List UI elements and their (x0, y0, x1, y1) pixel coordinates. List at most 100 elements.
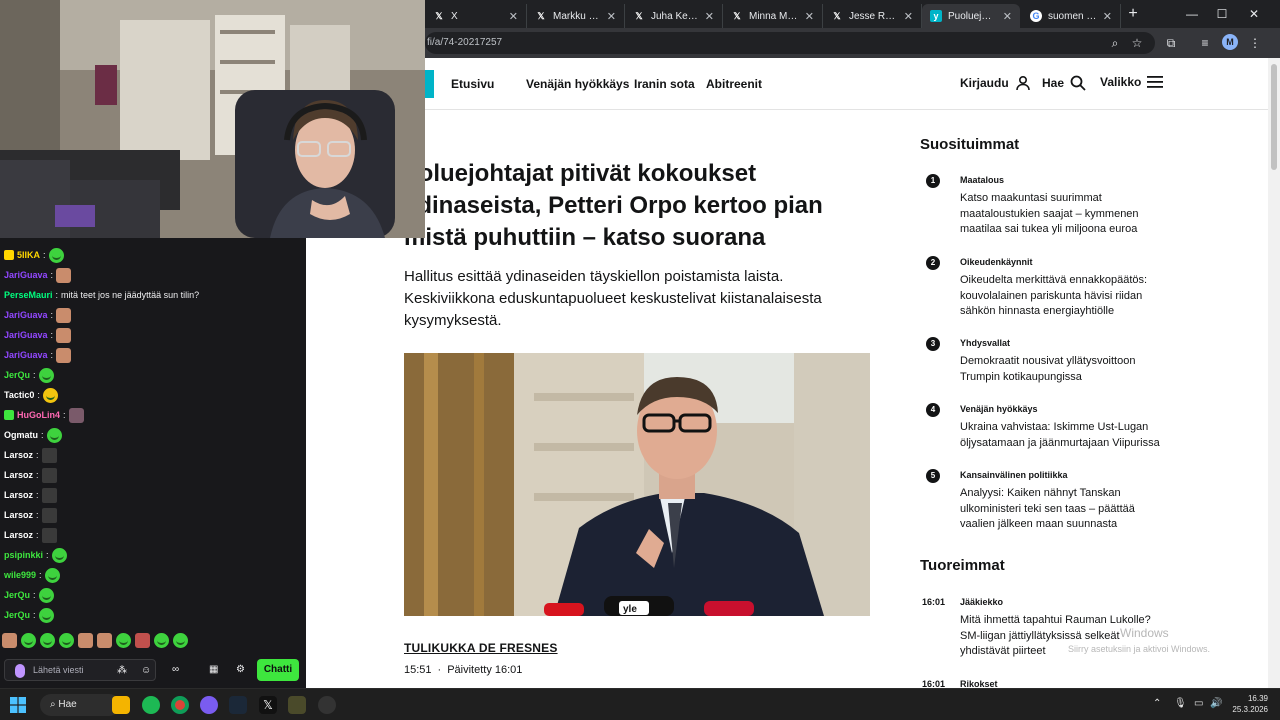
popular-item[interactable]: 3 Yhdysvallat Demokraatit nousivat yllät… (920, 337, 1160, 383)
tab-minna[interactable]: 𝕏 Minna M. Xssä ✕ (723, 4, 823, 28)
tab-google[interactable]: G suomen rekister ✕ (1022, 4, 1121, 28)
tab-title: X (451, 10, 458, 22)
chat-send-button[interactable]: Chatti (257, 659, 299, 681)
spotify-icon[interactable] (142, 696, 160, 714)
webcam-overlay (0, 0, 425, 238)
profile-avatar[interactable]: M (1222, 34, 1238, 50)
windows-start-icon[interactable] (10, 697, 26, 713)
chat-message-input[interactable]: Lähetä viesti ⁂ ☺ (4, 659, 156, 681)
close-icon[interactable]: ✕ (607, 10, 616, 23)
app-rl-icon[interactable] (288, 696, 306, 714)
nav-abitreenit[interactable]: Abitreenit (706, 77, 762, 91)
volume-icon[interactable]: 🔊 (1210, 698, 1222, 709)
system-clock[interactable]: 16.39 25.3.2026 (1228, 693, 1268, 715)
file-explorer-icon[interactable] (112, 696, 130, 714)
popular-item[interactable]: 2 Oikeudenkäynnit Oikeudelta merkittävä … (920, 256, 1160, 317)
pepe-emote-icon[interactable] (40, 633, 55, 648)
nav-etusivu[interactable]: Etusivu (451, 77, 494, 91)
chat-username[interactable]: Larsoz (4, 490, 33, 500)
tab-markku[interactable]: 𝕏 Markku Lemola ✕ (527, 4, 625, 28)
popular-item[interactable]: 5 Kansainvälinen politiikka Analyysi: Ka… (920, 469, 1160, 531)
tab-puoluejohtajat[interactable]: y Puoluejohtaja ✕ (922, 4, 1020, 28)
window-close-icon[interactable]: ✕ (1236, 4, 1272, 24)
media-icon[interactable]: ≡ (1194, 32, 1216, 54)
menu-label: Valikko (1100, 75, 1142, 89)
pepe-emote-icon[interactable] (173, 633, 188, 648)
close-icon[interactable]: ✕ (1103, 10, 1112, 23)
taskbar-search[interactable]: ⌕ Hae (40, 694, 120, 716)
close-icon[interactable]: ✕ (509, 10, 518, 23)
scrollbar-thumb[interactable] (1271, 64, 1277, 170)
chat-username[interactable]: Larsoz (4, 470, 33, 480)
search-button[interactable]: Hae (1042, 75, 1086, 91)
chat-username[interactable]: JerQu (4, 610, 30, 620)
bookmark-star-icon[interactable]: ☆ (1126, 32, 1148, 54)
x-app-icon[interactable]: 𝕏 (259, 696, 277, 714)
obs-icon[interactable] (318, 696, 336, 714)
popular-item[interactable]: 1 Maatalous Katso maakuntasi suurimmat m… (920, 174, 1160, 235)
extensions-icon[interactable]: ⧉ (1160, 32, 1182, 54)
chat-username[interactable]: JariGuava (4, 270, 48, 280)
pepe-emote-icon[interactable] (154, 633, 169, 648)
emoji-icon[interactable]: ☺ (141, 665, 151, 676)
chat-username[interactable]: JariGuava (4, 310, 48, 320)
close-icon[interactable]: ✕ (705, 10, 714, 23)
face-emote-icon[interactable] (78, 633, 93, 648)
chat-username[interactable]: Ogmatu (4, 430, 38, 440)
close-icon[interactable]: ✕ (805, 10, 814, 23)
chat-username[interactable]: JerQu (4, 590, 30, 600)
tab-jesse[interactable]: 𝕏 Jesse Rauhamä ✕ (823, 4, 922, 28)
chat-username[interactable]: JariGuava (4, 350, 48, 360)
menu-button[interactable]: Valikko (1100, 75, 1164, 89)
close-icon[interactable]: ✕ (1003, 10, 1012, 23)
article-hero-image[interactable]: yle (404, 353, 870, 616)
pepe-emote-icon[interactable] (59, 633, 74, 648)
chat-username[interactable]: JariGuava (4, 330, 48, 340)
mic-tray-icon[interactable]: 🎙 (1174, 698, 1187, 709)
chat-username[interactable]: JerQu (4, 370, 30, 380)
yle-logo[interactable] (425, 70, 434, 98)
command-icon[interactable]: ⁂ (117, 665, 127, 676)
chat-username[interactable]: Larsoz (4, 510, 33, 520)
pepe-emote-icon[interactable] (21, 633, 36, 648)
bits-icon[interactable]: ∞ (172, 664, 179, 675)
face-emote-icon[interactable] (2, 633, 17, 648)
chat-username[interactable]: Larsoz (4, 450, 33, 460)
rank-badge: 1 (926, 174, 940, 188)
tab-juha[interactable]: 𝕏 Juha Keto Xssä ✕ (625, 4, 723, 28)
nav-venajan-hyokkays[interactable]: Venäjän hyökkäys (526, 77, 629, 91)
latest-item[interactable]: 16:01 Rikokset (920, 678, 1170, 688)
chat-settings-icon[interactable]: ⚙ (236, 664, 245, 675)
steam-icon[interactable] (229, 696, 247, 714)
kebab-menu-icon[interactable]: ⋮ (1244, 32, 1266, 54)
chat-colon: : (55, 290, 59, 300)
new-tab-icon[interactable]: + (1124, 5, 1142, 23)
chat-username[interactable]: wile999 (4, 570, 36, 580)
address-bar[interactable]: fi/a/74-20217257 (425, 32, 1155, 54)
mic-icon[interactable] (15, 664, 25, 678)
pepe-emote-icon (51, 547, 67, 563)
popular-item[interactable]: 4 Venäjän hyökkäys Ukraina vahvistaa: Is… (920, 403, 1160, 449)
page-scrollbar[interactable] (1268, 58, 1280, 688)
login-button[interactable]: Kirjaudu (960, 75, 1031, 91)
network-icon[interactable]: ▭ (1194, 698, 1203, 709)
chat-username[interactable]: Tactic0 (4, 390, 34, 400)
tab-x[interactable]: 𝕏 X ✕ (425, 4, 527, 28)
maximize-icon[interactable]: ☐ (1204, 4, 1240, 24)
article-author[interactable]: TULIKUKKA DE FRESNES (404, 641, 558, 655)
face-emote-icon[interactable] (97, 633, 112, 648)
face-emote-icon[interactable] (135, 633, 150, 648)
zoom-icon[interactable]: ⌕ (1104, 32, 1126, 54)
chat-username[interactable]: Larsoz (4, 530, 33, 540)
chrome-icon[interactable] (171, 696, 189, 714)
tray-chevron-icon[interactable]: ⌃ (1153, 698, 1161, 709)
chat-username[interactable]: 5IIKA (17, 250, 40, 260)
chat-username[interactable]: HuGoLin4 (17, 410, 60, 420)
pepe-emote-icon[interactable] (116, 633, 131, 648)
chat-username[interactable]: PerseMauri (4, 290, 53, 300)
nav-iranin-sota[interactable]: Iranin sota (634, 77, 695, 91)
close-icon[interactable]: ✕ (904, 10, 913, 23)
store-icon[interactable]: ▦ (209, 664, 218, 675)
chat-username[interactable]: psipinkki (4, 550, 43, 560)
discord-icon[interactable] (200, 696, 218, 714)
